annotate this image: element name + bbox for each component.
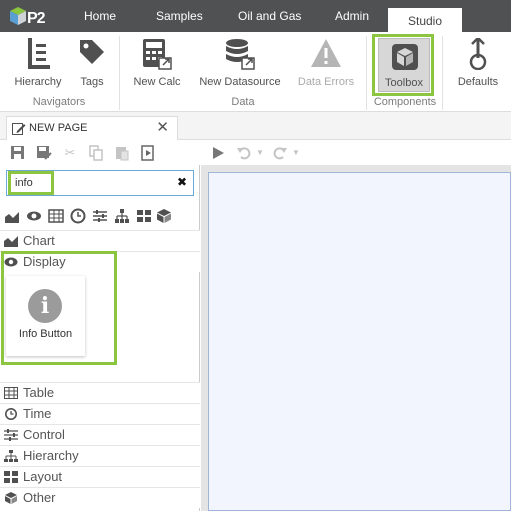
category-label: Hierarchy bbox=[23, 448, 79, 463]
tag-icon bbox=[80, 40, 104, 64]
undo-icon[interactable] bbox=[236, 145, 252, 161]
redo-dropdown-icon[interactable]: ▼ bbox=[288, 145, 304, 161]
hierarchy-filter-icon[interactable] bbox=[114, 208, 130, 224]
warning-icon bbox=[311, 39, 341, 67]
category-layout[interactable]: Layout bbox=[0, 466, 200, 487]
page-canvas[interactable] bbox=[208, 172, 511, 511]
play-icon[interactable] bbox=[210, 145, 226, 161]
group-label-data: Data bbox=[231, 96, 255, 108]
calculator-icon bbox=[143, 39, 172, 70]
chart-icon bbox=[4, 236, 18, 247]
clock-icon bbox=[5, 408, 17, 420]
category-label: Time bbox=[23, 406, 52, 421]
tab-new-page[interactable]: NEW PAGE ✕ bbox=[6, 116, 178, 140]
logo-mark-icon bbox=[10, 7, 26, 25]
category-label: Chart bbox=[23, 233, 55, 248]
save-as-icon[interactable] bbox=[36, 145, 52, 161]
editor-toolbar: ✂ ▼ ▼ bbox=[0, 141, 511, 165]
canvas-area bbox=[201, 165, 511, 511]
hierarchy-icon bbox=[28, 38, 50, 69]
display-filter-icon[interactable] bbox=[26, 208, 42, 224]
category-label: Layout bbox=[23, 469, 63, 484]
hierarchy-button-label: Hierarchy bbox=[14, 76, 62, 88]
ribbon: Hierarchy Tags New Calc New Datasource D… bbox=[0, 32, 511, 112]
top-nav-bar: P2 Home Samples Oil and Gas Admin Studio bbox=[0, 0, 511, 32]
nav-tab-home[interactable]: Home bbox=[84, 9, 116, 23]
nav-tab-admin[interactable]: Admin bbox=[335, 9, 369, 23]
time-filter-icon[interactable] bbox=[70, 208, 86, 224]
undo-dropdown-icon[interactable]: ▼ bbox=[252, 145, 268, 161]
ribbon-separator bbox=[119, 36, 120, 110]
new-calc-button-label: New Calc bbox=[133, 76, 181, 88]
category-label: Table bbox=[23, 385, 55, 400]
table-filter-icon[interactable] bbox=[48, 208, 64, 224]
close-icon[interactable]: ✕ bbox=[156, 118, 169, 136]
logo-text: P2 bbox=[27, 10, 46, 27]
database-icon bbox=[226, 39, 255, 70]
edit-page-icon bbox=[12, 123, 26, 135]
category-table[interactable]: Table bbox=[0, 382, 200, 403]
search-highlight bbox=[8, 171, 54, 195]
nav-tab-studio[interactable]: Studio bbox=[388, 8, 462, 32]
copy-icon[interactable] bbox=[88, 145, 104, 161]
cube-icon bbox=[5, 492, 17, 504]
group-label-navigators: Navigators bbox=[32, 96, 86, 108]
p2-logo[interactable]: P2 bbox=[10, 7, 50, 27]
ribbon-separator bbox=[366, 36, 367, 110]
new-datasource-button-label: New Datasource bbox=[199, 76, 281, 88]
cut-icon[interactable]: ✂ bbox=[62, 145, 78, 161]
category-chart[interactable]: Chart bbox=[0, 230, 200, 251]
save-icon[interactable] bbox=[10, 145, 26, 161]
clear-search-icon[interactable]: ✖ bbox=[177, 175, 187, 189]
control-filter-icon[interactable] bbox=[92, 208, 108, 224]
category-control[interactable]: Control bbox=[0, 424, 200, 445]
app-window: P2 Home Samples Oil and Gas Admin Studio… bbox=[0, 0, 511, 511]
category-label: Control bbox=[23, 427, 65, 442]
table-icon bbox=[4, 387, 18, 399]
tags-button-label: Tags bbox=[80, 76, 104, 88]
toolbox-highlight bbox=[372, 34, 434, 96]
category-label: Other bbox=[23, 490, 56, 505]
sitemap-icon bbox=[4, 450, 18, 462]
paste-icon[interactable] bbox=[114, 145, 130, 161]
tab-title: NEW PAGE bbox=[29, 122, 88, 134]
chart-filter-icon[interactable] bbox=[4, 208, 20, 224]
defaults-icon bbox=[469, 38, 487, 70]
other-filter-icon[interactable] bbox=[156, 208, 172, 224]
category-time[interactable]: Time bbox=[0, 403, 200, 424]
category-other[interactable]: Other bbox=[0, 487, 200, 508]
nav-tab-oil-and-gas[interactable]: Oil and Gas bbox=[238, 9, 301, 23]
document-tab-strip: NEW PAGE ✕ bbox=[0, 112, 511, 140]
category-hierarchy[interactable]: Hierarchy bbox=[0, 445, 200, 466]
data-errors-button-label: Data Errors bbox=[297, 76, 355, 88]
sliders-icon bbox=[4, 429, 18, 441]
grid-icon bbox=[4, 471, 18, 483]
defaults-button-label: Defaults bbox=[457, 76, 499, 88]
nav-tab-samples[interactable]: Samples bbox=[156, 9, 203, 23]
display-highlight bbox=[1, 251, 117, 365]
group-label-components: Components bbox=[373, 96, 437, 108]
redo-icon[interactable] bbox=[272, 145, 288, 161]
page-properties-icon[interactable] bbox=[140, 145, 156, 161]
ribbon-separator bbox=[442, 36, 443, 110]
layout-filter-icon[interactable] bbox=[136, 208, 152, 224]
